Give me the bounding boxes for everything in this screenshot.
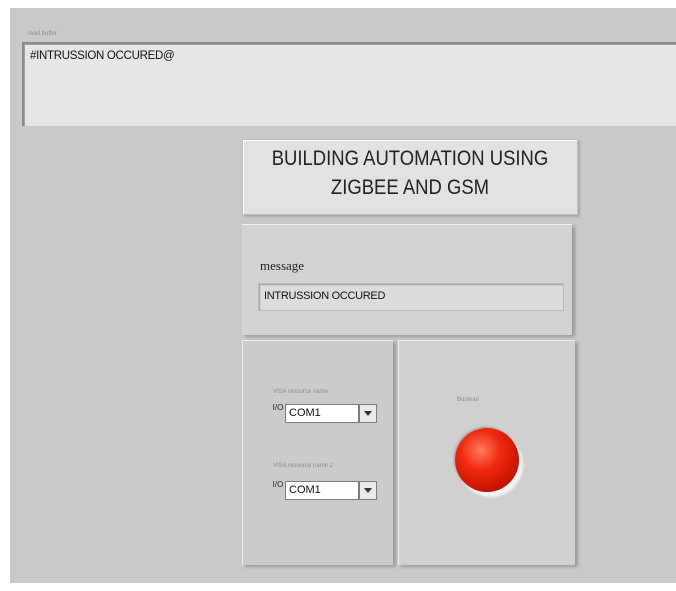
visa-resource-field-2[interactable]: COM1: [285, 481, 359, 500]
visa-resource-control-1[interactable]: I/O COM1: [271, 403, 383, 423]
intrusion-led-indicator: [455, 428, 519, 492]
visa-resource-value-1: COM1: [289, 407, 321, 419]
dropdown-arrow-icon[interactable]: [359, 404, 377, 423]
visa-resource-label-2: VISA resource name 2: [273, 463, 334, 469]
visa-resource-label-1: VISA resource name: [273, 389, 329, 395]
message-label: message: [260, 258, 305, 273]
dropdown-arrow-icon[interactable]: [359, 481, 377, 500]
message-indicator: INTRUSSION OCCURED: [258, 283, 564, 311]
message-panel: message INTRUSSION OCCURED: [242, 224, 572, 335]
title-box: BUILDING AUTOMATION USING ZIGBEE AND GSM: [242, 139, 578, 215]
visa-resource-value-2: COM1: [289, 484, 321, 496]
visa-resource-field-1[interactable]: COM1: [285, 404, 359, 423]
boolean-label: Boolean: [457, 397, 480, 403]
read-buffer-label: read buffer: [28, 31, 57, 37]
serial-settings-panel: VISA resource name I/O COM1 VISA resourc…: [242, 340, 393, 565]
status-panel: Boolean: [398, 340, 575, 565]
visa-resource-control-2[interactable]: I/O COM1: [271, 480, 383, 500]
title-line-1: BUILDING AUTOMATION USING: [271, 147, 549, 170]
read-buffer-indicator: #INTRUSSION OCCURED@: [22, 42, 676, 126]
io-icon: I/O: [272, 403, 284, 412]
read-buffer-value: #INTRUSSION OCCURED@: [30, 50, 175, 62]
title-line-2: ZIGBEE AND GSM: [330, 176, 490, 199]
message-value: INTRUSSION OCCURED: [264, 290, 386, 302]
io-icon: I/O: [272, 480, 284, 489]
